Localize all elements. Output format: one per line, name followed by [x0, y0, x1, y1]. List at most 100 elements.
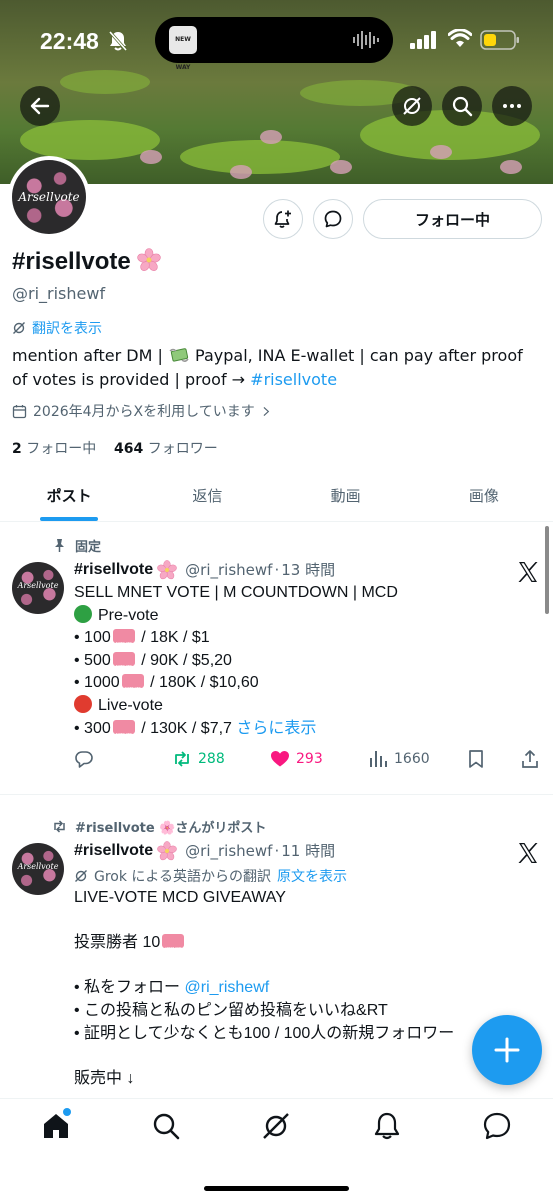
pinned-text: 固定: [75, 540, 102, 555]
more-dots-icon: [503, 104, 521, 108]
show-translation-link[interactable]: 翻訳を表示: [12, 318, 102, 338]
money-with-wings-icon: [169, 348, 189, 363]
post-header: #risellvote @ri_rishewf · 13 時間: [74, 559, 335, 580]
like-count: 293: [296, 751, 323, 767]
nav-search[interactable]: [151, 1111, 181, 1141]
more-button[interactable]: [492, 86, 532, 126]
like-button[interactable]: 293: [270, 749, 323, 769]
post-line: • 100 / 18K / $1: [74, 627, 544, 655]
messages-icon: [483, 1112, 511, 1140]
views-button[interactable]: 1660: [368, 749, 430, 769]
post-line-text: Pre-vote: [98, 606, 159, 624]
post-time[interactable]: 11 時間: [281, 840, 335, 861]
profile-avatar[interactable]: Arsellvote: [8, 156, 90, 238]
show-more-link[interactable]: さらに表示: [236, 720, 316, 737]
post-line-text: • 私をフォロー: [74, 979, 185, 997]
tab-images[interactable]: 画像: [415, 470, 553, 521]
pinned-label: 固定: [52, 536, 101, 555]
post-time[interactable]: 13 時間: [281, 559, 335, 580]
search-button[interactable]: [442, 86, 482, 126]
nav-home[interactable]: [41, 1108, 71, 1141]
profile-handle: @ri_rishewf: [12, 284, 106, 303]
post-line-text: • 100: [74, 629, 111, 647]
post-line-text: 投票勝者 10: [74, 934, 161, 952]
cherry-blossom-icon: [157, 840, 177, 860]
reply-button[interactable]: [74, 749, 94, 769]
following-button[interactable]: フォロー中: [363, 199, 542, 239]
now-playing-art: NEW WAY: [169, 26, 197, 71]
ticket-icon: [112, 629, 135, 655]
post-body[interactable]: SELL MNET VOTE | M COUNTDOWN | MCD Pre-v…: [74, 582, 544, 745]
post-actions: 288 293 1660: [74, 747, 540, 771]
tab-videos[interactable]: 動画: [277, 470, 415, 521]
bottom-navigation: [0, 1098, 553, 1200]
nav-messages[interactable]: [482, 1111, 512, 1141]
post-separator: ·: [274, 560, 280, 579]
home-indicator[interactable]: [204, 1186, 349, 1191]
show-original-link[interactable]: 原文を表示: [277, 866, 347, 886]
x-logo-icon[interactable]: [516, 841, 540, 865]
search-icon: [153, 1113, 180, 1140]
post-line-text: • 300: [74, 719, 111, 737]
post-author-handle[interactable]: @ri_rishewf: [185, 561, 272, 579]
post-author-handle[interactable]: @ri_rishewf: [185, 842, 272, 860]
profile-tabs: ポスト 返信 動画 画像: [0, 470, 553, 522]
mention-link[interactable]: @ri_rishewf: [185, 979, 270, 996]
scrollbar[interactable]: [545, 526, 549, 614]
tab-replies[interactable]: 返信: [138, 470, 276, 521]
post-author-name[interactable]: #risellvote: [74, 561, 153, 579]
translation-note: Grok による英語からの翻訳 原文を表示: [74, 866, 347, 886]
signal-icon: [410, 31, 436, 49]
post-line-text: / 18K / $1: [136, 629, 210, 647]
bio-hashtag-link[interactable]: #risellvote: [250, 370, 337, 389]
bookmark-button[interactable]: [466, 749, 486, 769]
repost-count: 288: [198, 751, 225, 767]
followers-label: フォロワー: [147, 441, 218, 457]
post-line-blank: [74, 955, 544, 978]
repost-icon: [54, 820, 65, 833]
grok-button[interactable]: [392, 86, 432, 126]
avatar-image: Arsellvote: [12, 160, 86, 234]
compose-button[interactable]: [472, 1015, 542, 1085]
following-stat[interactable]: 2 フォロー中: [12, 441, 96, 457]
follow-counts: 2 フォロー中 464 フォロワー: [12, 438, 218, 458]
red-circle-icon: [74, 694, 92, 713]
following-label: フォロー中: [26, 441, 97, 457]
nav-notifications[interactable]: [372, 1111, 402, 1141]
chat-bubble-icon: [324, 210, 342, 228]
join-date: 2026年4月からXを利用しています: [12, 401, 272, 421]
followers-stat[interactable]: 464 フォロワー: [114, 441, 218, 457]
dynamic-island[interactable]: NEW WAY: [155, 17, 393, 71]
analytics-icon: [370, 751, 387, 767]
notify-button[interactable]: [263, 199, 303, 239]
post-author-name[interactable]: #risellvote: [74, 842, 153, 860]
repost-label-text[interactable]: #risellvote 🌸さんがリポスト: [75, 817, 266, 836]
back-button[interactable]: [20, 86, 60, 126]
back-arrow-icon: [30, 97, 50, 115]
post-avatar-signature: Arsellvote: [17, 580, 59, 590]
post-line: • 300 / 130K / $7,7 さらに表示: [74, 718, 544, 745]
audio-waveform-icon: [353, 31, 379, 49]
tab-posts[interactable]: ポスト: [0, 470, 138, 521]
x-logo-icon[interactable]: [516, 560, 540, 584]
join-date-text: 2026年4月からXを利用しています: [33, 404, 255, 420]
post-avatar[interactable]: Arsellvote: [12, 843, 64, 895]
profile-display-name: #risellvote: [12, 248, 161, 276]
plus-icon: [494, 1037, 520, 1063]
post-avatar[interactable]: Arsellvote: [12, 562, 64, 614]
post-line-text: / 90K / $5,20: [136, 651, 232, 669]
message-button[interactable]: [313, 199, 353, 239]
share-button[interactable]: [520, 749, 540, 769]
share-icon: [522, 750, 538, 768]
profile-bio: mention after DM | Paypal, INA E-wallet …: [12, 344, 542, 392]
repost-button[interactable]: 288: [172, 749, 225, 769]
repost-icon: [175, 751, 189, 767]
post-line: • 500 / 90K / $5,20: [74, 650, 544, 677]
cherry-blossom-icon: [157, 559, 177, 579]
post-line: 投票勝者 10: [74, 932, 544, 960]
bookmark-icon: [469, 750, 483, 768]
nav-grok[interactable]: [261, 1111, 291, 1141]
display-name-text: #risellvote: [12, 248, 131, 275]
chevron-right-icon[interactable]: [261, 406, 272, 417]
heart-filled-icon: [271, 751, 289, 767]
